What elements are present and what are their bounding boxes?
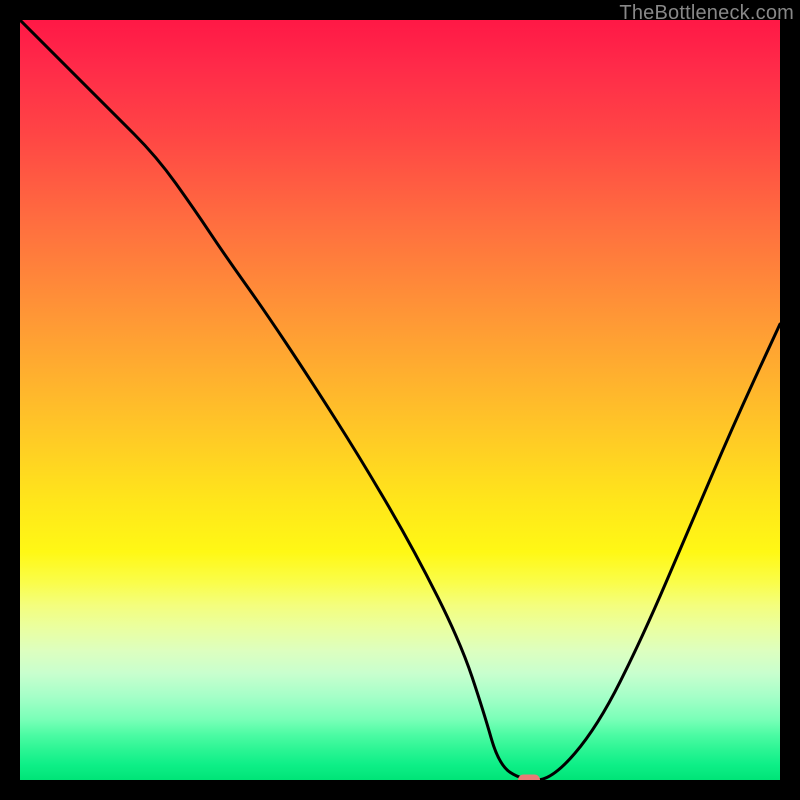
bottleneck-curve <box>20 20 780 780</box>
plot-area <box>20 20 780 780</box>
optimal-point-marker <box>518 775 540 781</box>
watermark-label: TheBottleneck.com <box>619 2 794 25</box>
bottleneck-chart: TheBottleneck.com <box>0 0 800 800</box>
curve-path <box>20 20 780 780</box>
